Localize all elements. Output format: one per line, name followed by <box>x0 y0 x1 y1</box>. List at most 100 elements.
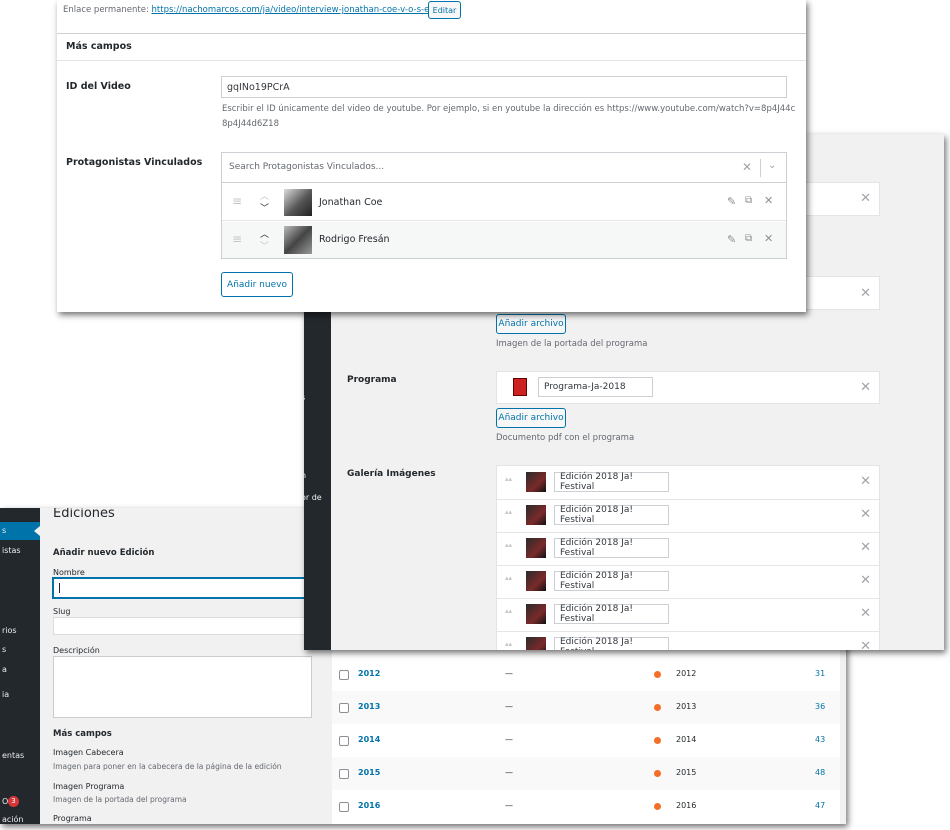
row-checkbox[interactable] <box>339 670 349 680</box>
video-id-label: ID del Video <box>66 81 131 92</box>
remove-icon[interactable]: ✕ <box>860 640 871 650</box>
row-checkbox[interactable] <box>339 703 349 713</box>
gallery-thumbnail <box>526 505 546 525</box>
section-title: Más campos <box>66 41 132 52</box>
table-row: 2013 — 2013 36 <box>332 691 840 724</box>
sidebar-item-0[interactable]: s <box>2 526 6 535</box>
slug-input[interactable] <box>53 617 313 635</box>
sidebar-item-8[interactable]: ación <box>2 815 24 824</box>
description-textarea[interactable] <box>53 656 312 718</box>
external-link-icon[interactable]: ⧉ <box>745 233 752 244</box>
protagonist-search[interactable]: Search Protagonistas Vinculados... ✕ ⌄ <box>222 153 786 183</box>
row-count-link[interactable]: 47 <box>815 801 825 810</box>
row-description: — <box>505 801 513 810</box>
remove-icon[interactable]: ✕ <box>860 574 871 587</box>
row-slug: 2012 <box>676 669 697 678</box>
list-item: ≡ ︿ ﹀ Rodrigo Fresán ✎ ⧉ ✕ <box>222 222 786 258</box>
remove-icon[interactable]: ✕ <box>860 381 871 394</box>
add-file-button[interactable]: Añadir archivo <box>496 408 566 428</box>
name-input[interactable] <box>53 578 313 598</box>
row-count-link[interactable]: 48 <box>815 768 825 777</box>
chevron-down-icon[interactable]: ⌄ <box>768 160 776 171</box>
row-slug: 2016 <box>676 801 697 810</box>
gallery-title-input[interactable]: Edición 2018 Ja! Festival <box>554 637 669 650</box>
gallery-thumbnail <box>526 571 546 591</box>
remove-icon[interactable]: ✕ <box>860 192 871 205</box>
program-label: Programa <box>347 375 397 385</box>
status-dot <box>654 671 661 678</box>
gallery-title-input[interactable]: Edición 2018 Ja! Festival <box>554 472 669 492</box>
sort-arrows-icon[interactable]: ▴▴ <box>505 640 512 648</box>
gallery-title-input[interactable]: Edición 2018 Ja! Festival <box>554 571 669 591</box>
row-checkbox[interactable] <box>339 736 349 746</box>
program-file-input[interactable]: Programa-Ja-2018 <box>538 377 653 397</box>
protagonists-label: Protagonistas Vinculados <box>66 157 203 168</box>
row-checkbox[interactable] <box>339 769 349 779</box>
gallery-thumbnail <box>526 637 546 650</box>
gallery-item: ▴▴ Edición 2018 Ja! Festival ✕ <box>497 565 879 598</box>
row-count-link[interactable]: 36 <box>815 702 825 711</box>
sort-arrows-icon[interactable]: ▴▴ <box>505 475 512 483</box>
external-link-icon[interactable]: ⧉ <box>745 195 752 206</box>
pencil-icon[interactable]: ✎ <box>727 233 736 246</box>
row-name-link[interactable]: 2015 <box>358 768 380 777</box>
row-name-link[interactable]: 2014 <box>358 735 380 744</box>
sidebar-item-3[interactable]: s <box>2 645 6 654</box>
drag-handle-icon[interactable]: ≡ <box>232 194 242 208</box>
sidebar-fragment-2[interactable]: or de <box>304 493 322 502</box>
edit-permalink-button[interactable]: Editar <box>428 1 461 19</box>
remove-icon[interactable]: ✕ <box>860 287 871 300</box>
drag-handle-icon[interactable]: ≡ <box>232 232 242 246</box>
row-count-link[interactable]: 31 <box>815 669 825 678</box>
divider <box>57 60 806 61</box>
sidebar-fragment-0[interactable]: s <box>304 393 305 402</box>
sidebar-item-2[interactable]: rios <box>2 626 17 635</box>
gallery-title-input[interactable]: Edición 2018 Ja! Festival <box>554 604 669 624</box>
status-dot <box>654 803 661 810</box>
video-id-help-2: 8p4J44d6Z18 <box>222 119 279 129</box>
header-image-label: Imagen Cabecera <box>53 748 124 757</box>
row-checkbox[interactable] <box>339 802 349 812</box>
protagonists-field: Search Protagonistas Vinculados... ✕ ⌄ ≡… <box>221 152 787 259</box>
permalink-link[interactable]: https://nachomarcos.com/ja/video/intervi… <box>152 5 433 15</box>
gallery-title-input[interactable]: Edición 2018 Ja! Festival <box>554 505 669 525</box>
move-down-icon[interactable]: ﹀ <box>260 239 269 252</box>
move-down-icon[interactable]: ﹀ <box>260 201 269 214</box>
pencil-icon[interactable]: ✎ <box>727 195 736 208</box>
video-id-help: Escribir el ID únicamente del video de y… <box>222 104 796 114</box>
row-description: — <box>505 702 513 711</box>
row-count-link[interactable]: 43 <box>815 735 825 744</box>
sort-arrows-icon[interactable]: ▴▴ <box>505 607 512 615</box>
sort-arrows-icon[interactable]: ▴▴ <box>505 541 512 549</box>
row-name-link[interactable]: 2016 <box>358 801 380 810</box>
remove-icon[interactable]: ✕ <box>860 508 871 521</box>
remove-icon[interactable]: ✕ <box>860 607 871 620</box>
gallery-thumbnail <box>526 538 546 558</box>
video-id-input[interactable]: gqINo19PCrA <box>221 76 787 98</box>
remove-icon[interactable]: ✕ <box>860 475 871 488</box>
sort-arrows-icon[interactable]: ▴▴ <box>505 574 512 582</box>
add-new-button[interactable]: Añadir nuevo <box>221 272 293 297</box>
table-row: 2015 — 2015 48 <box>332 757 840 790</box>
row-name-link[interactable]: 2013 <box>358 702 380 711</box>
more-fields-heading: Más campos <box>53 729 112 739</box>
gallery-title-input[interactable]: Edición 2018 Ja! Festival <box>554 538 669 558</box>
sidebar-item-4[interactable]: a <box>2 665 7 674</box>
row-slug: 2013 <box>676 702 697 711</box>
sidebar-item-5[interactable]: ia <box>2 690 9 699</box>
remove-icon[interactable]: ✕ <box>764 232 773 245</box>
clear-icon[interactable]: ✕ <box>742 160 752 174</box>
search-input[interactable]: Search Protagonistas Vinculados... <box>229 162 384 172</box>
add-file-button[interactable]: Añadir archivo <box>496 314 566 334</box>
separator <box>760 159 761 177</box>
row-name-link[interactable]: 2012 <box>358 669 380 678</box>
gallery-item: ▴▴ Edición 2018 Ja! Festival ✕ <box>497 631 879 650</box>
editions-table: 2012 — 2012 31 2013 — 2013 36 2014 — 201… <box>332 648 840 824</box>
avatar <box>284 226 312 254</box>
sidebar-item-6[interactable]: entas <box>2 751 24 760</box>
sidebar-item-1[interactable]: istas <box>2 546 21 555</box>
remove-icon[interactable]: ✕ <box>860 541 871 554</box>
sort-arrows-icon[interactable]: ▴▴ <box>505 508 512 516</box>
remove-icon[interactable]: ✕ <box>764 194 773 207</box>
sidebar-fragment-1[interactable]: n <box>304 471 306 480</box>
